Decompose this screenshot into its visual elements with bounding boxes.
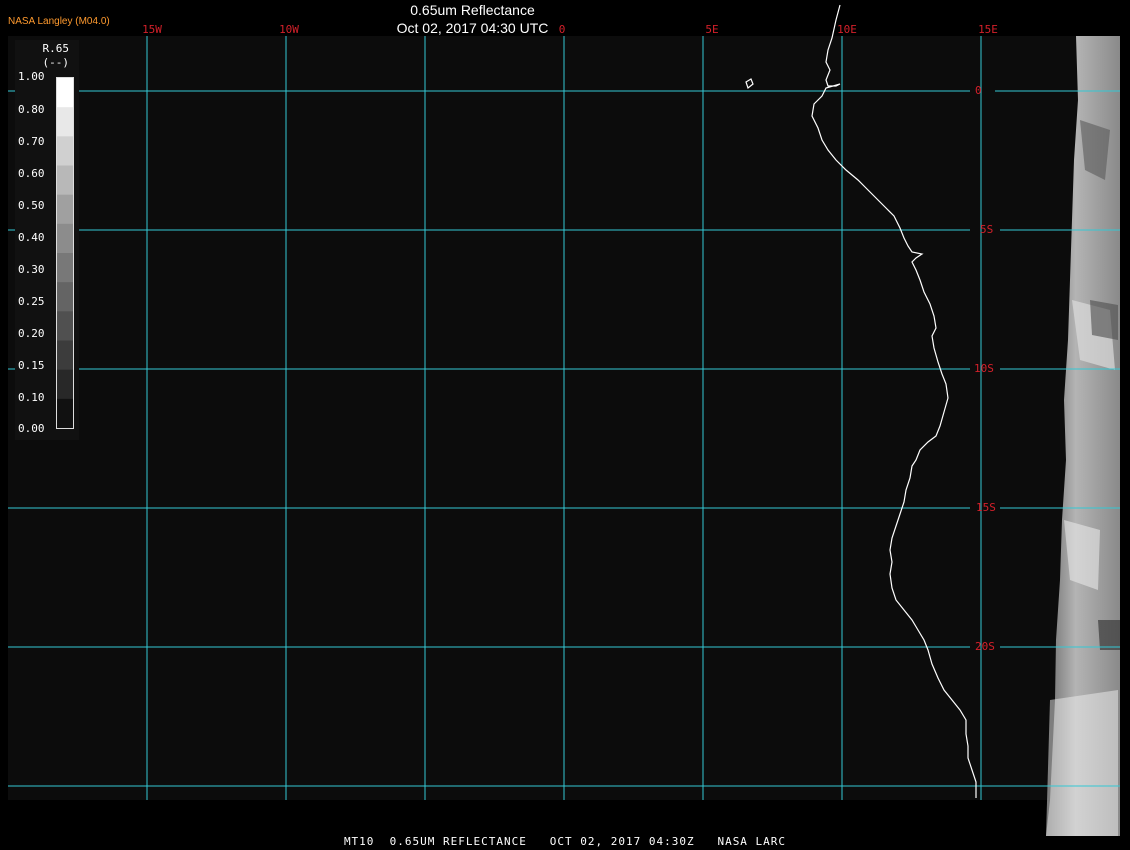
lon-label-10e: 10E	[837, 23, 857, 36]
lon-label-10w: 10W	[279, 23, 299, 36]
legend-swatch	[57, 107, 73, 137]
legend-tick: 0.15	[18, 359, 45, 372]
legend-swatch	[57, 165, 73, 196]
africa-coastline	[811, 4, 977, 798]
legend-swatch	[57, 194, 73, 225]
legend-colorbar	[56, 77, 74, 429]
lat-label-5s: 5S	[980, 223, 994, 236]
legend-tick: 0.00	[18, 422, 45, 435]
footer-caption: MT10 0.65UM REFLECTANCE OCT 02, 2017 04:…	[343, 835, 787, 848]
legend-tick: 0.40	[18, 231, 45, 244]
legend-tick: 0.60	[18, 167, 45, 180]
annobon-island	[745, 78, 754, 90]
legend-swatch	[57, 311, 73, 341]
legend-tick: 0.10	[18, 391, 45, 404]
coastline	[745, 4, 977, 798]
legend-tick: 1.00	[18, 70, 45, 83]
legend-swatch	[57, 136, 73, 166]
legend-tick: 0.70	[18, 135, 45, 148]
legend-swatches	[57, 78, 73, 429]
lon-label-5e: 5E	[705, 23, 719, 36]
legend-tick: 0.25	[18, 295, 45, 308]
legend-tick: 0.20	[18, 327, 45, 340]
legend-swatch	[57, 369, 73, 400]
lat-label-20s: 20S	[975, 640, 995, 653]
legend-swatch	[57, 340, 73, 371]
legend-tick: 0.50	[18, 199, 45, 212]
legend-swatch	[57, 78, 73, 108]
lat-label-15s: 15S	[976, 501, 996, 514]
legend-name: R.65	[42, 42, 70, 55]
legend-tick: 0.80	[18, 103, 45, 116]
lat-label-10s: 10S	[974, 362, 994, 375]
legend-swatch	[57, 398, 73, 429]
legend-swatch	[57, 253, 73, 283]
lon-label-15e: 15E	[978, 23, 998, 36]
legend-tick: 0.30	[18, 263, 45, 276]
legend-unit: (--)	[42, 56, 70, 69]
legend-swatch	[57, 223, 73, 254]
legend-swatch	[57, 282, 73, 312]
color-legend: R.65 (--) 1.00 0.80 0.70 0.60 0.50 0.40 …	[15, 40, 79, 440]
product-title: 0.65um Reflectance	[410, 2, 535, 18]
lon-label-15w: 15W	[142, 23, 162, 36]
lat-label-0: 0	[975, 84, 982, 97]
lon-label-0: 0	[558, 23, 566, 36]
